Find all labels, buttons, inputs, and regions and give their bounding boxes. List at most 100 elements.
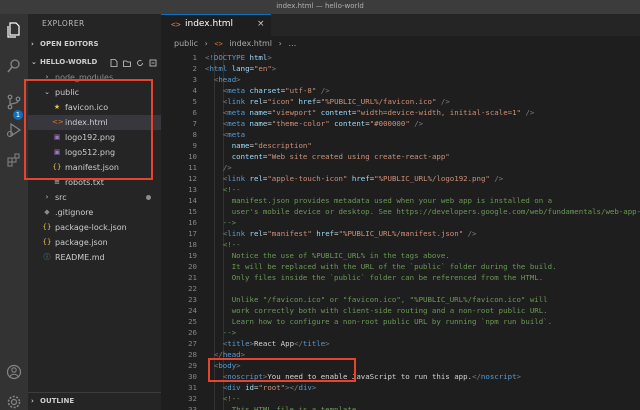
file-type-icon: {} <box>42 238 52 246</box>
folder-src[interactable]: › src <box>28 190 161 205</box>
code-line: 1 <!DOCTYPE html> <box>192 53 272 62</box>
breadcrumb-file[interactable]: index.html <box>229 39 272 48</box>
code-line: 17 <link rel="manifest" href="%PUBLIC_UR… <box>188 229 477 238</box>
code-editor[interactable]: 1 <!DOCTYPE html> 2 <html lang="en"> 3 <he… <box>161 52 640 410</box>
code-line: 16 --> <box>188 218 237 227</box>
tree-item-label: node_modules <box>55 73 114 82</box>
file-type-icon: ▣ <box>53 133 61 141</box>
editor-area: <> index.html × public › <> index.html ›… <box>161 14 640 410</box>
code-line: 6 <meta name="viewport" content="width=d… <box>192 108 535 117</box>
explorer-sidebar: EXPLORER › OPEN EDITORS ⌄ HELLO-WORLD › n… <box>28 14 161 410</box>
code-line: 24 work correctly both with client-side … <box>188 306 548 315</box>
code-line: 32 <!-- <box>188 394 241 403</box>
tree-item-label: index.html <box>65 118 108 127</box>
breadcrumb: public › <> index.html › … <box>161 36 640 52</box>
html-file-icon: <> <box>214 40 223 48</box>
code-line: 19 Notice the use of %PUBLIC_URL% in the… <box>188 251 450 260</box>
breadcrumb-separator: › <box>204 39 208 48</box>
code-line: 2 <html lang="en"> <box>192 64 277 73</box>
file-favicon[interactable]: ★ favicon.ico <box>28 100 161 115</box>
file-package[interactable]: {} package.json <box>28 235 161 250</box>
html-file-icon: <> <box>171 20 181 29</box>
tree-item-label: src <box>55 193 67 202</box>
code-line: 31 <div id="root"></div> <box>188 383 317 392</box>
collapse-all-icon[interactable] <box>149 58 157 67</box>
extensions-icon[interactable] <box>6 152 22 168</box>
file-logo512[interactable]: ▣ logo512.png <box>28 145 161 160</box>
file-tree: › node_modules ⌄ public ★ favicon.ico <> index.… <box>28 70 161 265</box>
tab-index-html[interactable]: <> index.html × <box>161 14 271 36</box>
breadcrumb-symbol[interactable]: … <box>288 39 296 48</box>
new-file-icon[interactable] <box>110 58 118 67</box>
chevron-right-icon: › <box>31 397 34 405</box>
outline-section[interactable]: › OUTLINE <box>28 392 161 410</box>
code-line: 30 <noscript>You need to enable JavaScri… <box>188 372 521 381</box>
project-label: HELLO-WORLD <box>40 58 98 66</box>
project-section[interactable]: ⌄ HELLO-WORLD <box>28 55 161 70</box>
refresh-icon[interactable] <box>136 58 144 66</box>
outline-label: OUTLINE <box>40 397 75 405</box>
tab-bar: <> index.html × <box>161 14 640 36</box>
tree-item-label: favicon.ico <box>65 103 109 112</box>
code-line: 12 <link rel="apple-touch-icon" href="%P… <box>188 174 504 183</box>
title-bar: index.html — hello-world <box>0 0 640 14</box>
chevron-down-icon: ⌄ <box>31 58 37 66</box>
breadcrumb-separator: › <box>278 39 282 48</box>
file-type-icon: ◆ <box>44 208 50 216</box>
open-editors-label: OPEN EDITORS <box>40 40 99 48</box>
file-index-html[interactable]: <> index.html <box>28 115 161 130</box>
code-line: 13 <!-- <box>188 185 241 194</box>
file-type-icon: ★ <box>53 103 61 111</box>
code-line: 15 user's mobile device or desktop. See … <box>188 207 640 216</box>
scm-badge: 1 <box>13 110 23 120</box>
code-line: 33 This HTML file is a template. <box>188 405 361 410</box>
tree-item-label: package-lock.json <box>55 223 127 232</box>
code-line: 26 --> <box>188 328 237 337</box>
folder-node-modules[interactable]: › node_modules <box>28 70 161 85</box>
file-type-icon: ⓘ <box>43 253 51 261</box>
file-type-icon: {} <box>52 163 62 171</box>
code-line: 25 Learn how to configure a non-root pub… <box>188 317 553 326</box>
file-type-icon: ▣ <box>53 148 61 156</box>
file-readme[interactable]: ⓘ README.md <box>28 250 161 265</box>
code-line: 27 <title>React App</title> <box>188 339 330 348</box>
file-manifest[interactable]: {} manifest.json <box>28 160 161 175</box>
code-line: 20 It will be replaced with the URL of t… <box>188 262 557 271</box>
code-line: 11 /> <box>188 163 232 172</box>
source-control-icon[interactable] <box>6 94 22 110</box>
search-icon[interactable] <box>6 58 22 74</box>
file-gitignore[interactable]: ◆ .gitignore <box>28 205 161 220</box>
file-type-icon: ≡ <box>54 178 60 186</box>
folder-chevron-icon: ⌄ <box>44 88 50 96</box>
file-robots[interactable]: ≡ robots.txt <box>28 175 161 190</box>
file-package-lock[interactable]: {} package-lock.json <box>28 220 161 235</box>
tree-item-label: logo512.png <box>65 148 116 157</box>
tree-item-label: .gitignore <box>55 208 94 217</box>
folder-chevron-icon: › <box>45 73 49 81</box>
activity-bar: 1 <box>0 14 28 410</box>
code-line: 10 content="Web site created using creat… <box>188 152 450 161</box>
account-icon[interactable] <box>6 364 22 380</box>
code-line: 28 </head> <box>188 350 246 359</box>
explorer-icon[interactable] <box>6 22 22 38</box>
code-line: 7 <meta name="theme-color" content="#000… <box>192 119 424 128</box>
folder-public[interactable]: ⌄ public <box>28 85 161 100</box>
tree-item-label: logo192.png <box>65 133 116 142</box>
tree-item-label: package.json <box>55 238 108 247</box>
code-line: 14 manifest.json provides metadata used … <box>188 196 553 205</box>
tab-label: index.html <box>185 19 233 29</box>
code-line: 29 <body> <box>188 361 241 370</box>
file-logo192[interactable]: ▣ logo192.png <box>28 130 161 145</box>
open-editors-section[interactable]: › OPEN EDITORS <box>28 37 161 52</box>
breadcrumb-folder[interactable]: public <box>174 39 198 48</box>
run-debug-icon[interactable] <box>6 122 22 138</box>
new-folder-icon[interactable] <box>123 58 131 67</box>
code-line: 23 Unlike "/favicon.ico" or "favicon.ico… <box>188 295 548 304</box>
settings-gear-icon[interactable] <box>6 394 22 410</box>
explorer-header: EXPLORER <box>42 19 85 28</box>
code-line: 18 <!-- <box>188 240 241 249</box>
tree-item-label: robots.txt <box>65 178 104 187</box>
code-line: 22 <box>188 284 197 293</box>
file-type-icon: <> <box>52 118 64 126</box>
close-icon[interactable]: × <box>257 19 265 29</box>
